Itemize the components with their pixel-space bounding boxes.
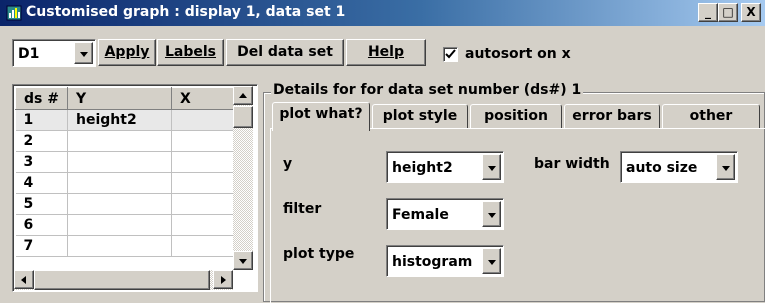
cell-x[interactable] (171, 130, 235, 152)
plot-type-select[interactable]: histogram (386, 245, 504, 277)
table-row[interactable]: 2 (15, 130, 235, 152)
y-select[interactable]: height2 (386, 151, 504, 183)
dataset-select[interactable]: D1 (12, 39, 96, 67)
title-bar: Customised graph : display 1, data set 1… (0, 0, 765, 26)
table-row[interactable]: 7 (15, 235, 235, 257)
table-header-row: ds # Y X (15, 87, 235, 110)
tab-other[interactable]: other (662, 104, 760, 129)
dataset-select-value: D1 (18, 46, 40, 62)
scroll-down-button[interactable] (233, 251, 253, 270)
y-label: y (283, 156, 293, 172)
arrow-left-icon (21, 276, 26, 284)
filter-label: filter (283, 201, 322, 217)
horizontal-scrollbar[interactable] (14, 270, 233, 290)
chevron-down-icon (80, 52, 88, 57)
autosort-checkbox[interactable] (443, 47, 458, 62)
dataset-grid[interactable]: ds # Y X 1 height2 2 3 4 5 6 7 (12, 84, 258, 292)
dataset-dropdown-button[interactable] (74, 42, 93, 64)
cell-ds[interactable]: 4 (15, 172, 68, 194)
plot-type-dropdown-button[interactable] (482, 248, 501, 274)
column-header-ds[interactable]: ds # (15, 87, 68, 110)
cell-x[interactable] (171, 214, 235, 236)
table-row[interactable]: 5 (15, 193, 235, 215)
tab-plot-what[interactable]: plot what? (272, 102, 370, 131)
del-data-set-label: Del data set (237, 44, 333, 60)
cell-y[interactable] (67, 214, 172, 236)
cell-x[interactable] (171, 193, 235, 215)
help-button[interactable]: Help (346, 39, 426, 66)
bar-width-dropdown-button[interactable] (716, 154, 735, 180)
scroll-right-button[interactable] (213, 270, 233, 289)
cell-y[interactable] (67, 172, 172, 194)
table-row[interactable]: 4 (15, 172, 235, 194)
scroll-up-button[interactable] (233, 86, 253, 105)
cell-x[interactable] (171, 109, 235, 131)
cell-y[interactable] (67, 235, 172, 257)
table-row[interactable]: 3 (15, 151, 235, 173)
chevron-down-icon (488, 213, 496, 218)
table-row[interactable]: 6 (15, 214, 235, 236)
del-data-set-button[interactable]: Del data set (226, 39, 344, 66)
arrow-up-icon (239, 93, 247, 98)
minimize-button[interactable]: _ (698, 3, 718, 22)
tab-error-bars[interactable]: error bars (564, 104, 660, 129)
cell-ds[interactable]: 3 (15, 151, 68, 173)
tab-position[interactable]: position (470, 104, 562, 129)
filter-select-value: Female (392, 207, 449, 223)
bar-width-select[interactable]: auto size (620, 151, 738, 183)
vertical-scrollbar[interactable] (233, 86, 253, 270)
cell-y[interactable] (67, 130, 172, 152)
cell-ds[interactable]: 2 (15, 130, 68, 152)
horizontal-scroll-thumb[interactable] (34, 270, 210, 290)
details-group-title: Details for for data set number (ds#) 1 (271, 82, 584, 98)
cell-ds[interactable]: 5 (15, 193, 68, 215)
window-title: Customised graph : display 1, data set 1 (26, 4, 346, 20)
bar-width-label: bar width (534, 156, 610, 172)
plot-type-label: plot type (283, 246, 355, 262)
labels-label: Labels (164, 44, 217, 60)
arrow-down-icon (239, 259, 247, 264)
cell-x[interactable] (171, 172, 235, 194)
column-header-x[interactable]: X (171, 87, 235, 110)
chevron-down-icon (722, 166, 730, 171)
maximize-button[interactable]: □ (718, 3, 738, 22)
close-button[interactable]: X (741, 3, 761, 22)
cell-x[interactable] (171, 235, 235, 257)
column-header-y[interactable]: Y (67, 87, 172, 110)
autosort-label: autosort on x (465, 46, 571, 62)
dataset-table: ds # Y X 1 height2 2 3 4 5 6 7 (15, 87, 235, 257)
cell-ds[interactable]: 1 (15, 109, 68, 131)
chevron-down-icon (488, 260, 496, 265)
cell-y[interactable] (67, 193, 172, 215)
table-row[interactable]: 1 height2 (15, 109, 235, 131)
bar-width-select-value: auto size (626, 160, 698, 176)
cell-y[interactable] (67, 151, 172, 173)
y-dropdown-button[interactable] (482, 154, 501, 180)
apply-label: Apply (104, 44, 150, 60)
cell-ds[interactable]: 6 (15, 214, 68, 236)
scroll-left-button[interactable] (14, 270, 34, 289)
cell-x[interactable] (171, 151, 235, 173)
app-icon (6, 5, 22, 21)
apply-button[interactable]: Apply (98, 39, 156, 66)
plot-type-select-value: histogram (392, 254, 473, 270)
arrow-right-icon (221, 276, 226, 284)
filter-select[interactable]: Female (386, 198, 504, 230)
chevron-down-icon (488, 166, 496, 171)
vertical-scroll-thumb[interactable] (233, 106, 253, 128)
help-label: Help (367, 44, 405, 60)
cell-ds[interactable]: 7 (15, 235, 68, 257)
tab-plot-style[interactable]: plot style (372, 104, 468, 129)
filter-dropdown-button[interactable] (482, 201, 501, 227)
cell-y[interactable]: height2 (67, 109, 172, 131)
y-select-value: height2 (392, 160, 453, 176)
labels-button[interactable]: Labels (157, 39, 224, 66)
checkmark-icon (445, 49, 456, 59)
